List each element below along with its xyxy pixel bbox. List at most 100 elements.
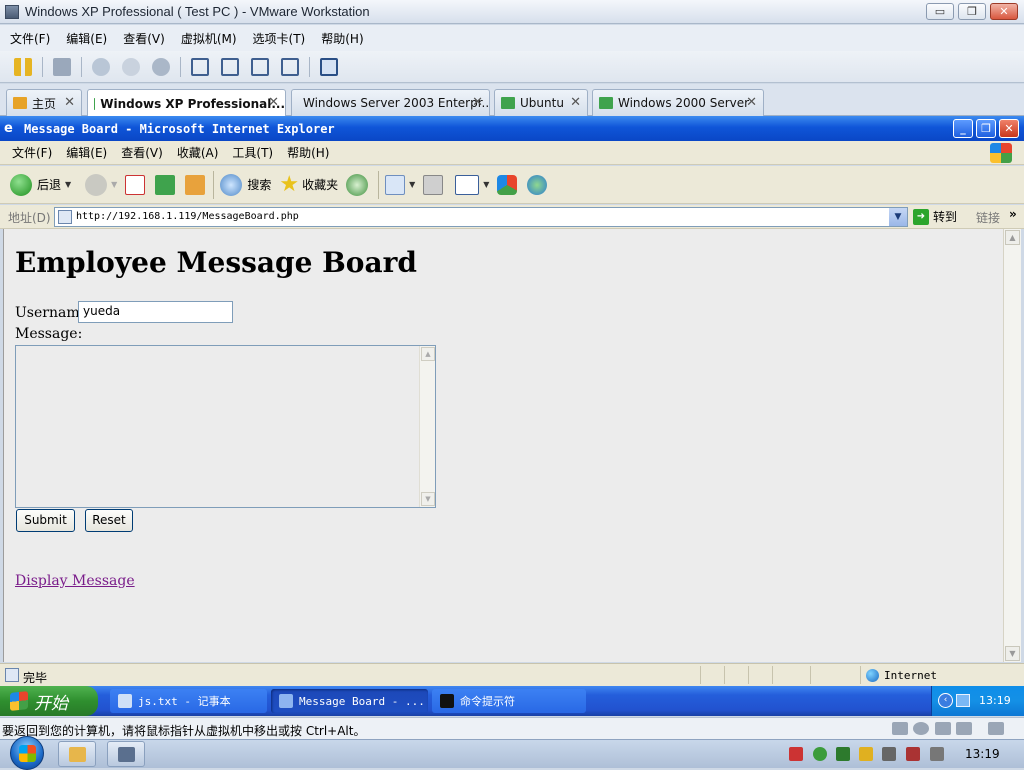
tray-network-icon[interactable] <box>906 747 920 761</box>
username-input[interactable]: yueda <box>78 301 233 323</box>
ie-restore-button[interactable]: ❐ <box>976 119 996 138</box>
scroll-up-icon[interactable]: ▲ <box>421 347 435 361</box>
toolbar-separator <box>180 56 181 77</box>
history-icon[interactable] <box>346 173 369 196</box>
host-app-vmware[interactable] <box>107 741 145 767</box>
tray-update-icon[interactable] <box>859 747 873 761</box>
address-dropdown-icon[interactable]: ▼ <box>889 208 907 226</box>
ie-menu-tools[interactable]: 工具(T) <box>232 144 273 161</box>
xp-start-button[interactable]: 开始 <box>0 686 98 716</box>
vmware-menu-tabs[interactable]: 选项卡(T) <box>253 30 306 47</box>
refresh-icon[interactable] <box>155 174 176 195</box>
sidebar-view-icon[interactable] <box>191 57 209 76</box>
tab-windows-2000-server[interactable]: Windows 2000 Server ✕ <box>592 89 764 116</box>
hard-disk-icon[interactable] <box>892 722 908 735</box>
usb-icon[interactable] <box>956 722 972 735</box>
vmware-menu-edit[interactable]: 编辑(E) <box>66 30 107 47</box>
reset-button[interactable]: Reset <box>85 509 133 532</box>
tab-ubuntu[interactable]: Ubuntu ✕ <box>494 89 588 116</box>
tray-app-icon[interactable] <box>789 747 803 761</box>
messenger-icon[interactable] <box>527 174 548 195</box>
discuss-icon[interactable] <box>497 174 518 195</box>
xp-taskbar: 开始 js.txt - 记事本 Message Board - ... 命令提示… <box>0 686 1024 716</box>
forward-button[interactable]: ▼ <box>85 173 117 196</box>
vmware-restore-button[interactable]: ❐ <box>958 3 986 20</box>
tab-close-icon[interactable]: ✕ <box>268 95 279 110</box>
links-chevron-icon[interactable]: » <box>1009 207 1017 221</box>
status-divider <box>860 666 861 684</box>
page-scrollbar[interactable]: ▲ ▼ <box>1003 229 1021 662</box>
task-notepad[interactable]: js.txt - 记事本 <box>110 689 267 713</box>
ie-menu-view[interactable]: 查看(V) <box>121 144 163 161</box>
tab-close-icon[interactable]: ✕ <box>64 95 75 110</box>
tab-close-icon[interactable]: ✕ <box>472 95 483 110</box>
network-adapter-icon[interactable] <box>935 722 951 735</box>
favorites-button[interactable]: ★ 收藏夹 <box>279 173 338 196</box>
vmware-toolbar <box>0 51 1024 83</box>
ie-minimize-button[interactable]: _ <box>953 119 973 138</box>
tab-windows-xp[interactable]: Windows XP Professional... ✕ <box>87 89 286 117</box>
scroll-down-icon[interactable]: ▼ <box>1005 646 1020 661</box>
snapshot-icon[interactable] <box>92 57 110 76</box>
home-icon[interactable] <box>185 174 206 195</box>
vmware-close-button[interactable]: ✕ <box>990 3 1018 20</box>
back-button[interactable]: 后退 ▼ <box>10 173 71 196</box>
textarea-scrollbar[interactable]: ▲ ▼ <box>419 346 435 507</box>
pause-icon[interactable] <box>14 57 32 76</box>
vmware-menu-view[interactable]: 查看(V) <box>123 30 165 47</box>
tray-volume-icon[interactable] <box>930 747 944 761</box>
vmware-menu-file[interactable]: 文件(F) <box>10 30 50 47</box>
back-dropdown-icon[interactable]: ▼ <box>65 180 71 189</box>
ie-close-button[interactable]: ✕ <box>999 119 1019 138</box>
tab-windows-server-2003[interactable]: Windows Server 2003 Enterpr... ✕ <box>291 89 490 116</box>
scroll-up-icon[interactable]: ▲ <box>1005 230 1020 245</box>
mail-button[interactable]: ▼ <box>385 174 415 195</box>
network-status-icon[interactable] <box>956 694 970 707</box>
vmware-minimize-button[interactable]: ▭ <box>926 3 954 20</box>
ie-menu-edit[interactable]: 编辑(E) <box>66 144 107 161</box>
address-input[interactable]: http://192.168.1.119/MessageBoard.php ▼ <box>54 207 908 227</box>
forward-dropdown-icon[interactable]: ▼ <box>111 180 117 189</box>
status-divider <box>810 666 811 684</box>
cd-drive-icon[interactable] <box>913 722 929 735</box>
submit-button[interactable]: Submit <box>16 509 75 532</box>
unity-icon[interactable] <box>281 57 299 76</box>
edit-button[interactable]: ▼ <box>455 174 489 195</box>
tray-device-icon[interactable] <box>882 747 896 761</box>
tab-close-icon[interactable]: ✕ <box>746 95 757 110</box>
tray-security-icon[interactable] <box>836 747 850 761</box>
tray-shield-icon[interactable] <box>813 747 827 761</box>
status-divider <box>700 666 701 684</box>
ie-menu-file[interactable]: 文件(F) <box>12 144 52 161</box>
message-log-icon[interactable] <box>988 722 1004 735</box>
ie-menu-favorites[interactable]: 收藏(A) <box>177 144 219 161</box>
tab-home[interactable]: 主页 ✕ <box>6 89 82 116</box>
tab-close-icon[interactable]: ✕ <box>570 95 581 110</box>
message-textarea[interactable]: ▲ ▼ <box>15 345 436 508</box>
edit-dropdown-icon[interactable]: ▼ <box>483 180 489 189</box>
revert-snapshot-icon[interactable] <box>122 57 140 76</box>
mail-dropdown-icon[interactable]: ▼ <box>409 180 415 189</box>
snapshot-manager-icon[interactable] <box>152 57 170 76</box>
scroll-down-icon[interactable]: ▼ <box>421 492 435 506</box>
links-label[interactable]: 链接 <box>976 209 1000 226</box>
vmware-menu-vm[interactable]: 虚拟机(M) <box>181 30 237 47</box>
stop-icon[interactable] <box>125 174 146 195</box>
display-message-link[interactable]: Display Message <box>15 573 135 589</box>
win7-start-button[interactable] <box>10 736 44 770</box>
print-icon[interactable] <box>423 174 444 195</box>
task-cmd[interactable]: 命令提示符 <box>432 689 586 713</box>
go-button[interactable]: ➜ 转到 <box>913 208 957 225</box>
vmware-menu-help[interactable]: 帮助(H) <box>321 30 363 47</box>
task-message-board[interactable]: Message Board - ... <box>271 689 428 713</box>
search-button[interactable]: 搜索 <box>220 173 271 196</box>
fullscreen-icon[interactable] <box>251 57 269 76</box>
tab-label: Windows Server 2003 Enterpr... <box>303 96 490 110</box>
console-view-icon[interactable] <box>221 57 239 76</box>
host-app-explorer[interactable] <box>58 741 96 767</box>
thumbnail-view-icon[interactable] <box>320 57 338 76</box>
network-icon[interactable] <box>53 57 71 76</box>
ie-menu-help[interactable]: 帮助(H) <box>287 144 329 161</box>
address-url[interactable]: http://192.168.1.119/MessageBoard.php <box>76 211 299 222</box>
tray-expand-icon[interactable]: ‹ <box>938 693 953 708</box>
